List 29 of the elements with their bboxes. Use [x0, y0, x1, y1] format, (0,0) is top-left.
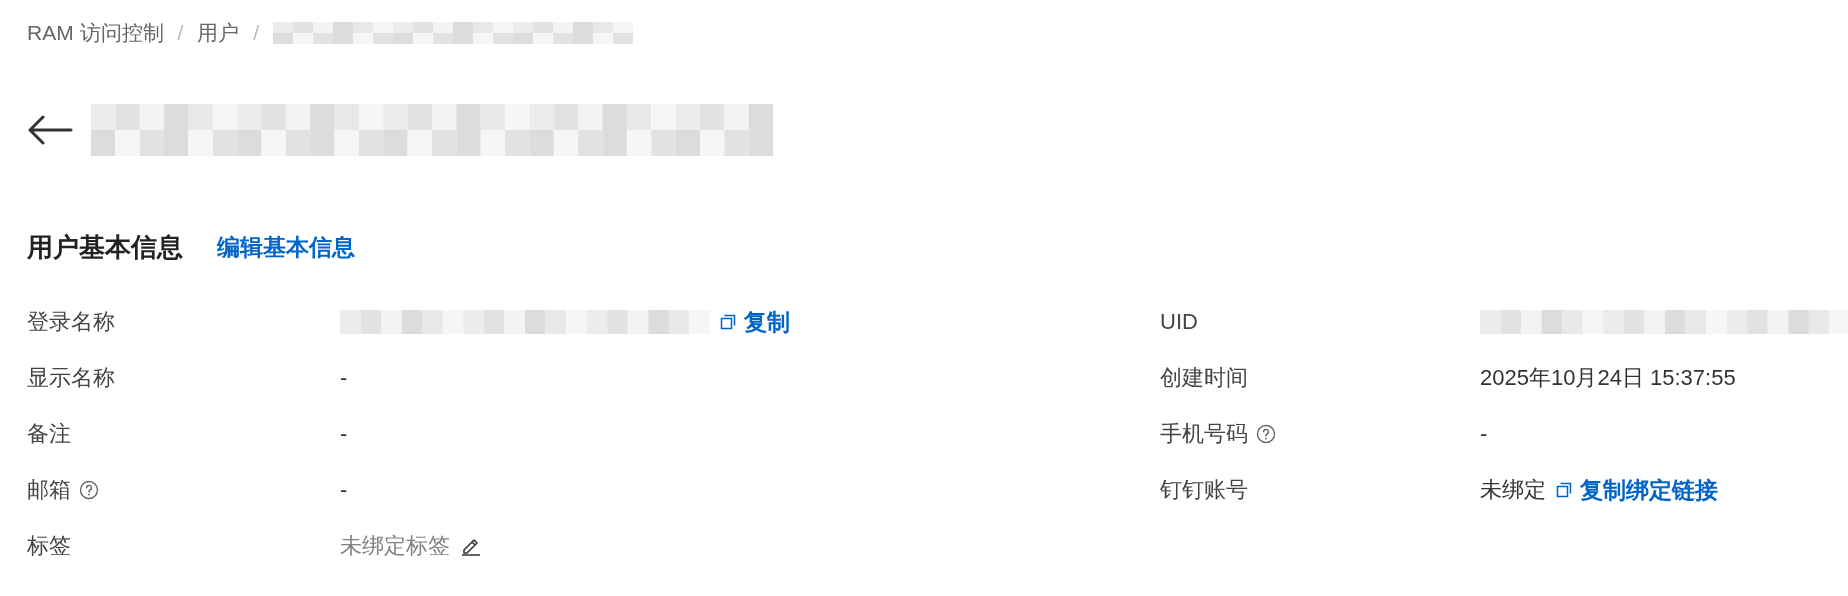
- field-value: -: [340, 477, 348, 503]
- field-value: 未绑定标签: [340, 532, 450, 560]
- field-value: 未绑定: [1480, 476, 1546, 504]
- field-label: UID: [1160, 309, 1198, 335]
- field-label: 登录名称: [27, 308, 115, 336]
- breadcrumb-separator: /: [253, 21, 260, 45]
- help-icon[interactable]: [79, 480, 99, 500]
- breadcrumb-separator: /: [177, 21, 184, 45]
- breadcrumb-link[interactable]: 用户: [197, 19, 240, 47]
- field-label: 备注: [27, 420, 71, 448]
- edit-link[interactable]: 编辑基本信息: [217, 232, 355, 263]
- field-label: 创建时间: [1160, 364, 1248, 392]
- field-value: 2025年10月24日 15:37:55: [1480, 364, 1736, 392]
- field-label: 标签: [27, 532, 71, 560]
- field-value: -: [1480, 421, 1488, 447]
- field-value: -: [340, 421, 348, 447]
- back-arrow-icon[interactable]: [27, 115, 73, 145]
- field-value: -: [340, 365, 348, 391]
- field-label: 手机号码: [1160, 420, 1248, 448]
- field-label: 邮箱: [27, 476, 71, 504]
- field-label: 显示名称: [27, 364, 115, 392]
- copy-link[interactable]: 复制: [720, 306, 790, 338]
- copy-icon: [720, 314, 736, 330]
- copy-link[interactable]: 复制绑定链接: [1556, 474, 1718, 506]
- field-label: 钉钉账号: [1160, 476, 1248, 504]
- help-icon[interactable]: [1256, 424, 1276, 444]
- breadcrumb-link[interactable]: RAM 访问控制: [27, 19, 164, 47]
- section-title: 用户基本信息: [27, 231, 183, 264]
- copy-icon: [1556, 482, 1572, 498]
